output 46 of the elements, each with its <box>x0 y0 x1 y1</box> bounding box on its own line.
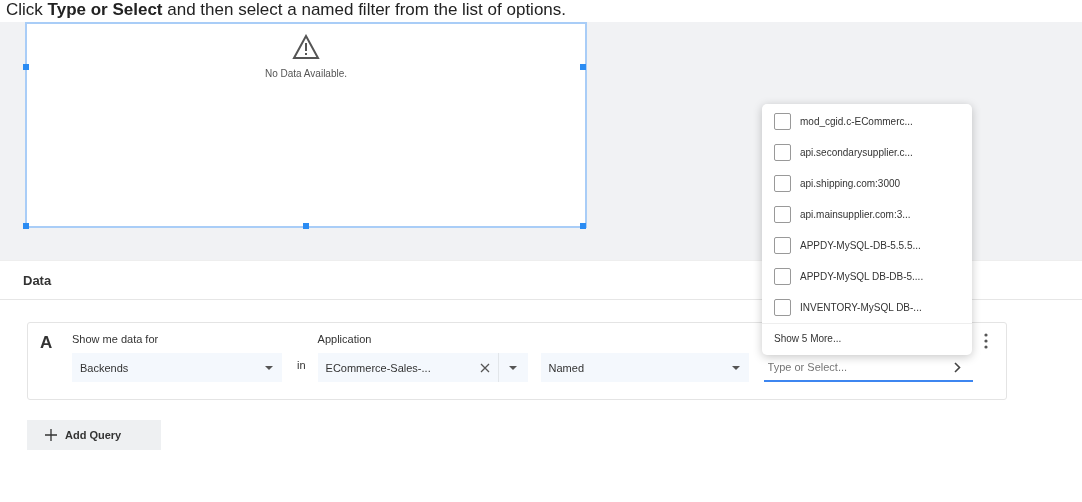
filter-select[interactable]: Named <box>540 353 749 382</box>
plus-icon <box>45 429 57 441</box>
option-label: APPDY-MySQL-DB-5.5.5... <box>800 240 921 251</box>
field-label: Show me data for <box>72 333 160 347</box>
instruction-text: Click Type or Select and then select a named filter from the list of options. <box>5 0 567 21</box>
option-label: INVENTORY-MySQL DB-... <box>800 302 922 313</box>
more-icon[interactable] <box>984 333 988 349</box>
resize-handle[interactable] <box>580 64 586 70</box>
query-letter: A <box>40 333 54 354</box>
caret-icon <box>730 364 741 371</box>
checkbox[interactable] <box>774 206 791 223</box>
field-label: Application <box>317 333 373 347</box>
show-more-link[interactable]: Show 5 More... <box>762 323 972 353</box>
option-item[interactable]: api.secondarysupplier.c... <box>762 137 972 168</box>
resize-handle[interactable] <box>580 223 586 229</box>
checkbox[interactable] <box>774 113 791 130</box>
option-label: api.shipping.com:3000 <box>800 178 901 189</box>
widget-card[interactable]: No Data Available. <box>25 22 587 228</box>
in-text: in <box>296 358 307 373</box>
option-item[interactable]: api.mainsupplier.com:3... <box>762 199 972 230</box>
warning-icon <box>292 34 320 60</box>
option-item[interactable]: api.shipping.com:3000 <box>762 168 972 199</box>
dropdown-toggle[interactable] <box>497 353 528 382</box>
option-item[interactable]: APPDY-MySQL-DB-5.5.5... <box>762 230 972 261</box>
option-label: api.mainsupplier.com:3... <box>800 209 911 220</box>
checkbox[interactable] <box>774 237 791 254</box>
caret-icon <box>508 364 519 371</box>
no-data-message: No Data Available. <box>264 68 348 79</box>
chevron-right-icon <box>953 362 961 373</box>
option-item[interactable]: APPDY-MySQL DB-DB-5.... <box>762 261 972 292</box>
close-icon[interactable] <box>479 362 490 373</box>
entity-select[interactable]: Backends <box>72 353 282 382</box>
resize-handle[interactable] <box>303 223 309 229</box>
option-item[interactable]: mod_cgid.c-ECommerc... <box>762 106 972 137</box>
add-query-button[interactable]: Add Query <box>27 420 161 450</box>
checkbox[interactable] <box>774 144 791 161</box>
resize-handle[interactable] <box>23 64 29 70</box>
application-select[interactable]: ECommerce-Sales-... <box>317 353 498 382</box>
option-label: APPDY-MySQL DB-DB-5.... <box>800 271 924 282</box>
caret-icon <box>264 364 274 371</box>
option-label: mod_cgid.c-ECommerc... <box>800 116 913 127</box>
resize-handle[interactable] <box>23 223 29 229</box>
checkbox[interactable] <box>774 175 791 192</box>
option-label: api.secondarysupplier.c... <box>800 147 913 158</box>
checkbox[interactable] <box>774 299 791 316</box>
checkbox[interactable] <box>774 268 791 285</box>
